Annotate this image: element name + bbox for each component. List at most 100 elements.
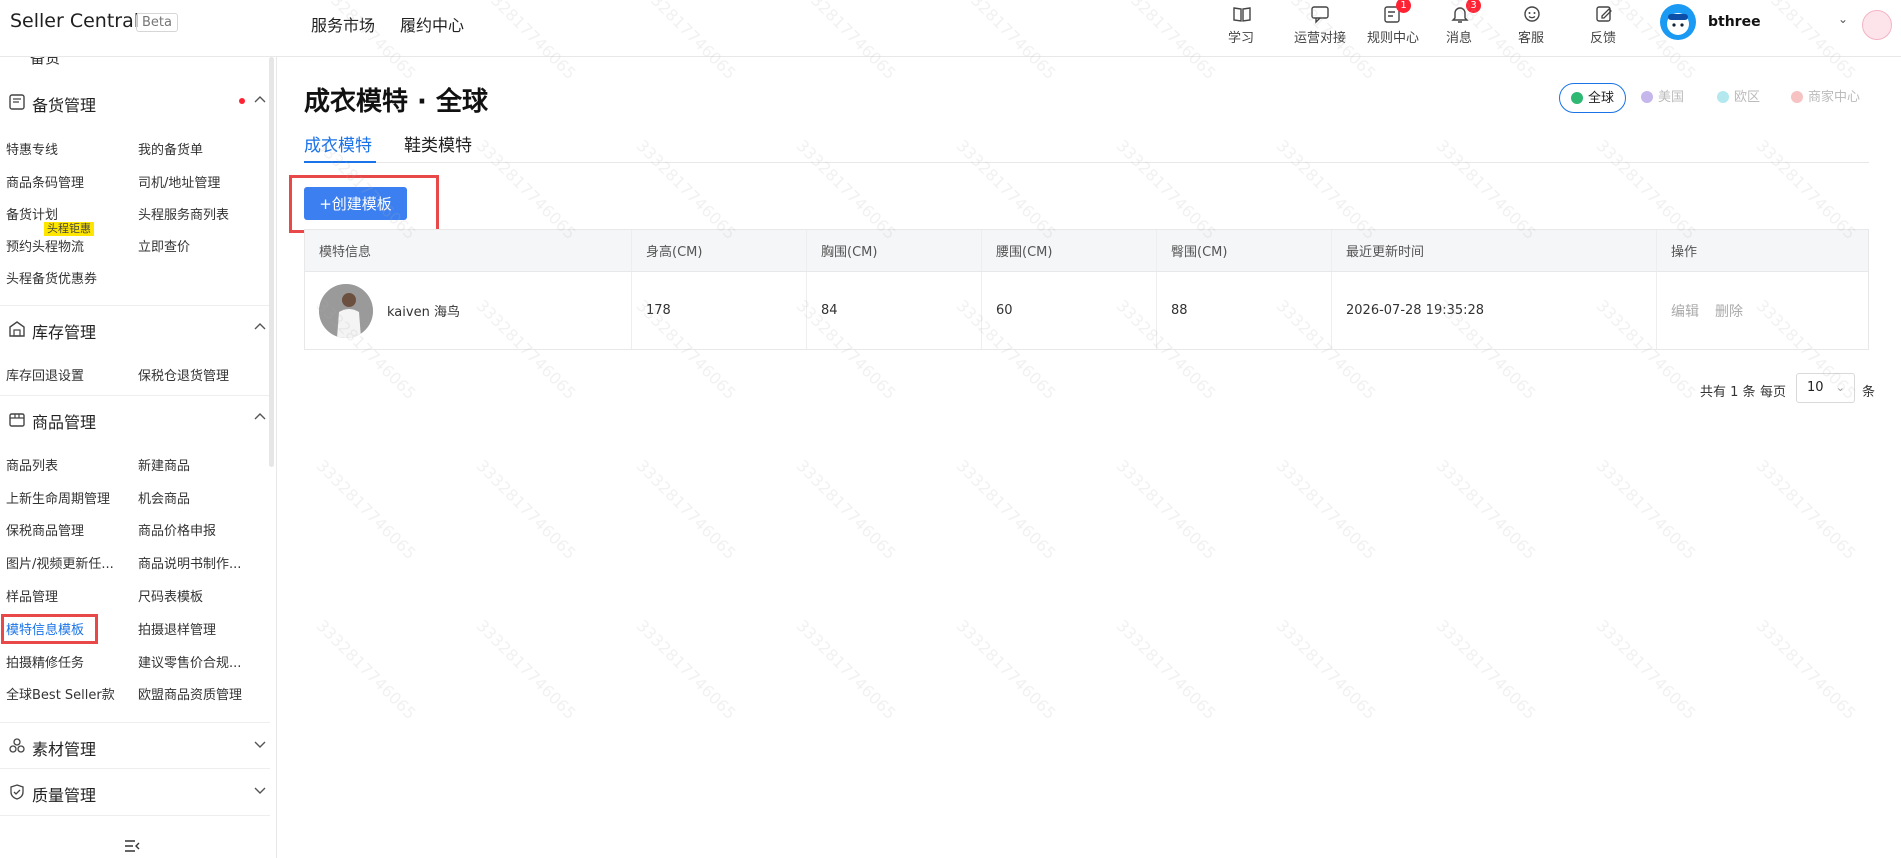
chevron-down-icon: ⌄ (1835, 381, 1845, 394)
cell-model-info: kaiven 海鸟 (305, 272, 632, 349)
tab-shoe-model[interactable]: 鞋类模特 (404, 131, 472, 156)
sidebar-group-materials[interactable]: 素材管理 (0, 724, 276, 770)
tool-learn[interactable]: 学习 (1206, 0, 1276, 56)
sidebar-item-price-declaration[interactable]: 商品价格申报 (138, 520, 216, 539)
chevron-down-icon[interactable] (253, 737, 267, 751)
region-label: 全球 (1588, 91, 1615, 106)
region-merchant-center[interactable]: 商家中心 (1791, 83, 1860, 113)
sidebar-item-lifecycle[interactable]: 上新生命周期管理 (6, 488, 110, 507)
region-switch: 全球 美国 欧区 商家中心 (1559, 83, 1885, 113)
nav-fulfillment-center[interactable]: 履约中心 (400, 12, 464, 36)
sidebar-item-coupons[interactable]: 头程备货优惠券 (6, 268, 97, 287)
sidebar-item-product-list[interactable]: 商品列表 (6, 455, 58, 474)
brand-logo-icon[interactable] (1862, 10, 1892, 40)
headset-icon (1524, 6, 1540, 22)
page-size-select[interactable]: 10 ⌄ (1796, 373, 1855, 403)
sidebar-group-title: 库存管理 (32, 323, 97, 342)
divider (0, 305, 270, 306)
chevron-up-icon[interactable] (253, 93, 267, 107)
page-size-value: 10 (1807, 380, 1824, 395)
sidebar-item-new-product[interactable]: 新建商品 (138, 455, 190, 474)
chevron-down-icon[interactable]: ⌄ (1838, 12, 1848, 26)
notification-dot (239, 98, 245, 104)
chevron-up-icon[interactable] (253, 410, 267, 424)
beta-badge: Beta (136, 13, 178, 32)
tab-indicator (304, 161, 376, 163)
sidebar-group-stock-prep[interactable]: 备货管理 (0, 80, 276, 126)
pagination-unit: 条 (1862, 385, 1876, 400)
sidebar-item-retouch-tasks[interactable]: 拍摄精修任务 (6, 652, 84, 671)
edit-link[interactable]: 编辑 (1671, 301, 1699, 321)
model-photo[interactable] (319, 283, 373, 338)
col-actions: 操作 (1671, 245, 1698, 260)
tool-messages[interactable]: 3 消息 (1424, 0, 1494, 56)
region-eu[interactable]: 欧区 (1717, 83, 1760, 113)
tool-label: 消息 (1445, 31, 1472, 46)
sidebar-item-best-seller[interactable]: 全球Best Seller款 (6, 684, 115, 703)
sidebar-item-barcode[interactable]: 商品条码管理 (6, 172, 84, 191)
divider (0, 395, 270, 396)
table-row: kaiven 海鸟 178 84 60 88 2026-07-28 19:35:… (305, 272, 1868, 349)
tool-feedback[interactable]: 反馈 (1568, 0, 1638, 56)
sidebar-group-products[interactable]: 商品管理 (0, 397, 276, 443)
brand-title[interactable]: Seller Central (10, 10, 139, 32)
tool-ops-contact[interactable]: 运营对接 (1278, 0, 1362, 56)
col-model-info: 模特信息 (305, 230, 632, 271)
sidebar-item-bonded-products[interactable]: 保税商品管理 (6, 520, 84, 539)
username[interactable]: bthree (1708, 14, 1761, 30)
region-label: 美国 (1658, 90, 1685, 105)
avatar[interactable] (1660, 4, 1696, 40)
cell-height: 178 (632, 272, 807, 349)
sidebar-group-inventory[interactable]: 库存管理 (0, 307, 276, 353)
sidebar-group-title: 素材管理 (32, 740, 97, 759)
sidebar-item-shoot-returns[interactable]: 拍摄退样管理 (138, 619, 216, 638)
nav-service-market[interactable]: 服务市场 (311, 12, 375, 36)
globe-icon (1571, 92, 1583, 104)
sidebar-item-special-line[interactable]: 特惠专线 (6, 139, 58, 158)
sidebar-item-opportunity[interactable]: 机会商品 (138, 488, 190, 507)
model-table: 模特信息 身高(CM) 胸围(CM) 腰围(CM) 臀围(CM) 最近更新时间 … (304, 229, 1869, 350)
delete-link[interactable]: 删除 (1715, 301, 1743, 321)
tool-customer-service[interactable]: 客服 (1496, 0, 1566, 56)
sidebar-item-samples[interactable]: 样品管理 (6, 586, 58, 605)
region-label: 欧区 (1734, 90, 1761, 105)
sidebar-item-book-first-leg[interactable]: 预约头程物流 (6, 236, 84, 255)
sidebar-item-inventory-rollback[interactable]: 库存回退设置 (6, 365, 84, 384)
sidebar-scrollbar[interactable] (269, 57, 274, 467)
sidebar-item-driver-address[interactable]: 司机/地址管理 (138, 172, 220, 191)
sidebar-item-my-stock-orders[interactable]: 我的备货单 (138, 139, 203, 158)
book-icon (1233, 7, 1251, 22)
region-global[interactable]: 全球 (1559, 83, 1627, 113)
sidebar-partial-item[interactable]: 备货 (30, 57, 60, 68)
highlight-box-create (289, 175, 439, 233)
sidebar-group-quality[interactable]: 质量管理 (0, 770, 276, 816)
sidebar-item-stock-plan[interactable]: 备货计划 (6, 204, 58, 223)
cell-bust: 84 (807, 272, 982, 349)
col-updated: 最近更新时间 (1332, 230, 1657, 271)
notification-badge: 1 (1396, 0, 1411, 13)
tool-rules-center[interactable]: 1 规则中心 (1352, 0, 1434, 56)
table-header: 模特信息 身高(CM) 胸围(CM) 腰围(CM) 臀围(CM) 最近更新时间 … (305, 230, 1868, 272)
page-title: 成衣模特 · 全球 (304, 87, 488, 117)
tool-label: 运营对接 (1293, 31, 1346, 46)
pagination-per-page-label: 每页 (1760, 385, 1787, 400)
model-person-icon (319, 283, 373, 338)
col-height: 身高(CM) (632, 230, 807, 271)
main-content: 成衣模特 · 全球 全球 美国 欧区 商家中心 成衣模特 鞋类模特 +创建模板 … (278, 57, 1901, 858)
sidebar-item-bonded-returns[interactable]: 保税仓退货管理 (138, 365, 229, 384)
sidebar-group-title: 商品管理 (32, 413, 97, 432)
sidebar-item-size-chart[interactable]: 尺码表模板 (138, 586, 203, 605)
chevron-up-icon[interactable] (253, 320, 267, 334)
sidebar-item-price-check[interactable]: 立即查价 (138, 236, 190, 255)
sidebar-item-manual-creation[interactable]: 商品说明书制作... (138, 553, 241, 572)
tool-label: 反馈 (1589, 31, 1616, 46)
chevron-down-icon[interactable] (253, 783, 267, 797)
region-us[interactable]: 美国 (1641, 83, 1684, 113)
tab-apparel-model[interactable]: 成衣模特 (304, 131, 372, 156)
sidebar-item-first-leg-providers[interactable]: 头程服务商列表 (138, 204, 229, 223)
sidebar-item-eu-qualification[interactable]: 欧盟商品资质管理 (138, 684, 242, 703)
collapse-menu-icon[interactable] (124, 839, 140, 853)
tool-label: 规则中心 (1366, 31, 1419, 46)
sidebar-item-media-update[interactable]: 图片/视频更新任... (6, 553, 114, 572)
sidebar-item-retail-price[interactable]: 建议零售价合规... (138, 652, 241, 671)
